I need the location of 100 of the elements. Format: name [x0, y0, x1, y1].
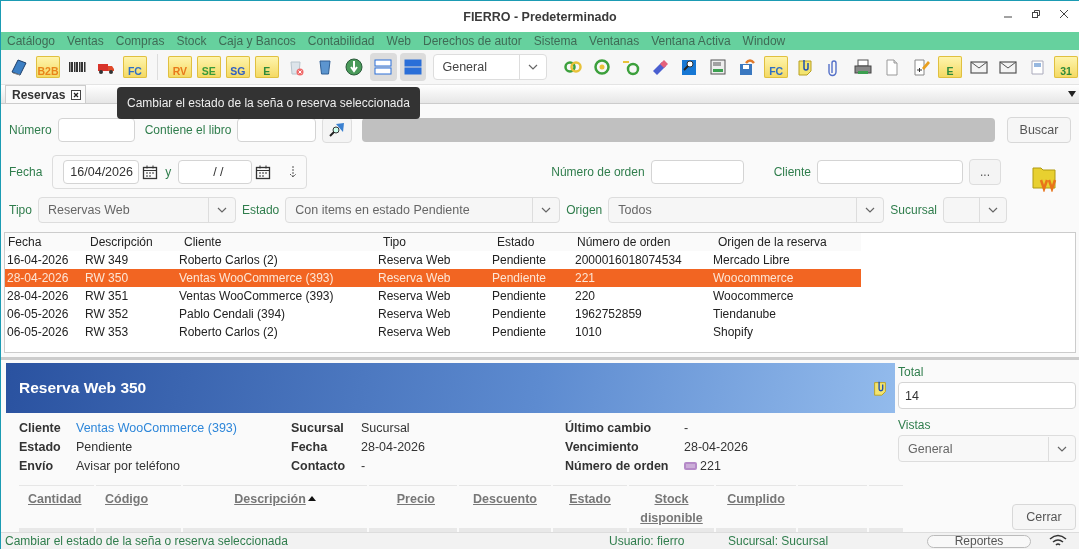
toolbar-button[interactable]: RV — [167, 56, 192, 78]
calendar-icon[interactable] — [142, 164, 159, 180]
table-row[interactable]: 28-04-2026 RW 350 Ventas WooCommerce (393) Reserva Web Pendiente 221 Woocommerce — [5, 269, 861, 287]
column-header[interactable]: Fecha — [5, 235, 83, 249]
search-button[interactable] — [322, 117, 353, 143]
menu-item[interactable]: Ventas — [67, 34, 104, 48]
table-cell-text: Pablo Cendali (394) — [178, 307, 287, 321]
field-label: Número — [9, 123, 52, 137]
field-label: Cliente — [773, 165, 811, 179]
table-row[interactable]: 06-05-2026 RW 352 Pablo Cendali (394) Reserva Web Pendiente 1962752859 Tiendanube — [5, 305, 861, 323]
table-cell-text: Woocommerce — [712, 271, 795, 285]
column-header[interactable]: Cumplido — [727, 490, 785, 509]
note-icon[interactable] — [871, 379, 889, 397]
field-label: Número de orden — [565, 459, 670, 473]
table-cell-text: Pendiente — [491, 325, 548, 339]
book-field[interactable] — [237, 118, 317, 142]
field-label: Vencimiento — [565, 440, 640, 454]
table-cell-text: 221 — [574, 271, 597, 285]
menu-item[interactable]: Web — [386, 34, 411, 48]
close-icon[interactable] — [71, 89, 82, 100]
menu-item[interactable]: Ventanas — [589, 34, 640, 48]
down-arrow-icon[interactable] — [288, 164, 299, 180]
column-header[interactable]: Stock disponible — [629, 490, 714, 528]
store-badge-icon — [684, 462, 697, 470]
close-icon[interactable] — [1059, 9, 1069, 19]
field-label: Estado — [19, 440, 62, 454]
tooltip: Cambiar el estado de la seña o reserva seleccionada — [117, 87, 420, 119]
total-field[interactable]: 14 — [898, 382, 1076, 409]
views-select[interactable]: General — [898, 435, 1076, 462]
table-row[interactable]: 16-04-2026 RW 349 Roberto Carlos (2) Reserva Web Pendiente 2000016018074534 Mercado Libre — [5, 251, 861, 269]
column-header[interactable]: Descuento — [473, 490, 537, 509]
detail-title: Reserva Web 350 — [19, 379, 147, 397]
menu-item[interactable]: Window — [742, 34, 786, 48]
toolbar-button[interactable]: 31 — [1054, 56, 1078, 78]
column-header[interactable]: Cantidad — [28, 490, 82, 509]
layout-button[interactable] — [399, 53, 427, 81]
tab-label: Reservas — [12, 87, 66, 102]
type-select[interactable]: Reservas Web — [37, 197, 236, 223]
column-header[interactable]: Descripción — [83, 235, 177, 249]
field-label: Total — [898, 365, 925, 379]
search-button[interactable]: Buscar — [1007, 117, 1071, 143]
menu-item[interactable]: Sistema — [533, 34, 578, 48]
user-label: Usuario: fierro — [609, 534, 686, 548]
column-header[interactable]: Tipo — [376, 235, 490, 249]
toolbar-button[interactable]: E — [254, 56, 279, 78]
calendar-icon[interactable] — [255, 164, 272, 180]
view-dropdown[interactable]: General — [433, 54, 548, 80]
column-header[interactable]: Precio — [396, 490, 435, 509]
tab[interactable]: Reservas — [5, 85, 87, 103]
table-row[interactable]: 06-05-2026 RW 353 Roberto Carlos (2) Reserva Web Pendiente 1010 Shopify — [5, 323, 861, 341]
column-header[interactable]: Descripción — [234, 490, 306, 509]
field-label: Origen — [566, 203, 603, 217]
menu-item[interactable]: Catálogo — [7, 34, 56, 48]
toolbar-button[interactable]: SE — [196, 56, 221, 78]
field-label: Cliente — [19, 421, 62, 435]
table-cell-text: 06-05-2026 — [6, 325, 70, 339]
column-header[interactable]: Estado — [569, 490, 611, 509]
number-field[interactable] — [57, 118, 135, 142]
field-value: 28-04-2026 — [361, 440, 426, 454]
menu-item[interactable]: Ventana Activa — [651, 34, 731, 48]
wifi-icon — [1049, 534, 1067, 548]
menu-item[interactable]: Compras — [115, 34, 165, 48]
client-picker-button[interactable]: ... — [969, 159, 1001, 185]
date-field[interactable]: 16/04/2026 — [63, 160, 140, 184]
table-cell-text: Woocommerce — [712, 289, 795, 303]
date-field[interactable]: / / — [178, 160, 253, 184]
restore-icon[interactable] — [1031, 9, 1041, 19]
table-row[interactable]: 28-04-2026 RW 351 Ventas WooCommerce (393) Reserva Web Pendiente 220 Woocommerce — [5, 287, 861, 305]
column-header[interactable]: Código — [105, 490, 149, 509]
origin-select[interactable]: Todos — [608, 197, 885, 223]
menu-item[interactable]: Contabilidad — [307, 34, 375, 48]
table-cell-text: Reserva Web — [377, 307, 452, 321]
column-header[interactable]: Cliente — [177, 235, 376, 249]
table-cell-text: Shopify — [712, 325, 755, 339]
client-link[interactable]: Ventas WooCommerce (393) — [76, 421, 291, 435]
table-cell-text: RW 353 — [84, 325, 130, 339]
toolbar-button[interactable]: SG — [225, 56, 250, 78]
branch-label: Sucursal: Sucursal — [728, 534, 829, 548]
table-cell-text: Roberto Carlos (2) — [178, 253, 279, 267]
table-cell-text: Ventas WooCommerce (393) — [178, 289, 335, 303]
close-button[interactable]: Cerrar — [1012, 504, 1076, 530]
table-cell-text: RW 351 — [84, 289, 130, 303]
caret-icon[interactable] — [1068, 91, 1076, 97]
table-cell-text: Pendiente — [491, 307, 548, 321]
order-number-field[interactable] — [650, 160, 744, 184]
field-value: Sucursal — [361, 421, 411, 435]
toolbar-button[interactable]: E — [938, 56, 963, 78]
reports-button[interactable]: Reportes — [927, 534, 1031, 548]
column-header[interactable]: Número de orden — [573, 235, 711, 249]
toolbar-button[interactable]: FC — [122, 56, 147, 78]
menu-item[interactable]: Derechos de autor — [423, 34, 522, 48]
column-header[interactable]: Estado — [490, 235, 573, 249]
column-header[interactable]: Origen de la reserva — [711, 235, 861, 249]
client-field[interactable] — [817, 160, 963, 184]
menu-item[interactable]: Caja y Bancos — [218, 34, 296, 48]
table-cell-text: Pendiente — [491, 271, 548, 285]
toolbar-button[interactable]: FC — [764, 56, 789, 78]
table-cell-text: RW 349 — [84, 253, 130, 267]
menu-item[interactable]: Stock — [176, 34, 207, 48]
status-select[interactable]: Con items en estado Pendiente — [285, 197, 561, 223]
